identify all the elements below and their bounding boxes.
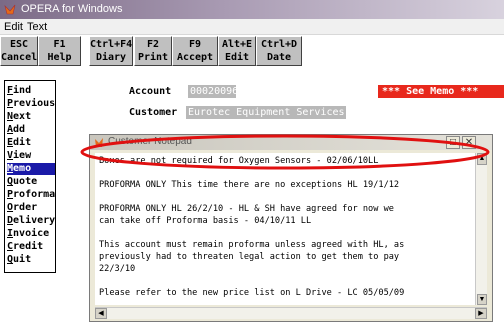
menu-label: ext (13, 111, 32, 122)
notepad-app-icon (95, 138, 103, 147)
fkey-key: F9 (188, 39, 202, 50)
fkey-key: F2 (146, 39, 160, 50)
customer-notepad-window: Customer Notepad □ ✕ Boxes are not requi… (89, 134, 493, 322)
fkey-key: Alt+E (221, 39, 253, 50)
menu-label: dd (13, 124, 26, 135)
menu-text[interactable]: Text (27, 21, 47, 33)
customer-field[interactable]: Eurotec Equipment Services (186, 106, 346, 119)
fkey-label: Diary (95, 52, 127, 63)
menu-memo[interactable]: Memo (7, 163, 55, 175)
edit-button[interactable]: Alt+E Edit (218, 36, 256, 66)
title-bar[interactable]: OPERA for Windows (0, 0, 504, 19)
close-button[interactable]: ✕ (462, 136, 476, 149)
help-button[interactable]: F1 Help (38, 36, 81, 66)
maximize-button[interactable]: □ (446, 136, 460, 149)
menu-quit[interactable]: Quit (7, 254, 55, 266)
menu-invoice[interactable]: Invoice (7, 228, 55, 240)
date-button[interactable]: Ctrl+D Date (256, 36, 302, 66)
fkey-label: Date (266, 52, 292, 63)
note-line: 22/3/10 (99, 264, 136, 274)
scroll-left-arrow-icon[interactable]: ◀ (95, 308, 107, 319)
fkey-key: Ctrl+F4 (90, 39, 133, 50)
fkey-label: Help (47, 52, 72, 63)
note-line: This account must remain proforma unless… (99, 240, 405, 250)
scroll-up-arrow-icon[interactable]: ▲ (477, 153, 487, 165)
menu-next[interactable]: Next (7, 111, 55, 123)
fkey-key: Ctrl+D (260, 39, 298, 50)
horizontal-scrollbar[interactable]: ◀ ▶ (95, 307, 487, 319)
fkey-label: Print (137, 52, 169, 63)
menu-find[interactable]: Find (7, 85, 55, 97)
note-line: PROFORMA ONLY This time there are no exc… (99, 180, 400, 190)
menu-label: revious (13, 98, 56, 109)
menu-edit-record[interactable]: Edit (7, 137, 55, 149)
fkey-label: Cancel (1, 52, 38, 63)
note-line: Boxes are not required for Oxygen Sensor… (99, 156, 379, 166)
see-memo-flag: *** See Memo *** (378, 85, 504, 98)
fkey-key: F1 (53, 39, 66, 50)
fkey-label: Accept (176, 52, 214, 63)
note-line: previously had to threaten legal action … (99, 252, 400, 262)
menu-label: roforma (13, 189, 56, 200)
opera-app-icon (4, 4, 16, 15)
menu-proforma[interactable]: Proforma (7, 189, 55, 201)
print-button[interactable]: F2 Print (134, 36, 172, 66)
note-line: can take off Proforma basis - 04/10/11 L… (99, 216, 312, 226)
command-menu: Find Previous Next Add Edit View Memo Qu… (4, 80, 56, 273)
menu-edit[interactable]: Edit (4, 21, 23, 33)
menu-label: dit (13, 137, 32, 148)
customer-label: Customer (129, 107, 178, 118)
scroll-down-arrow-icon[interactable]: ▼ (477, 294, 487, 305)
accept-button[interactable]: F9 Accept (172, 36, 218, 66)
cancel-button[interactable]: ESC Cancel (0, 36, 38, 66)
menu-label: elivery (13, 215, 56, 226)
menu-label: ind (13, 85, 32, 96)
function-key-toolbar: ESC Cancel F1 Help Ctrl+F4 Diary F2 Prin… (0, 35, 504, 67)
notepad-title-bar[interactable]: Customer Notepad □ ✕ (90, 135, 492, 150)
menu-label: nvoice (13, 228, 50, 239)
account-label: Account (129, 86, 172, 97)
menu-label: emo (13, 163, 32, 174)
menu-credit[interactable]: Credit (7, 241, 55, 253)
menu-quote[interactable]: Quote (7, 176, 55, 188)
menu-view[interactable]: View (7, 150, 55, 162)
scroll-right-arrow-icon[interactable]: ▶ (475, 308, 487, 319)
menu-label: uit (13, 254, 32, 265)
vertical-scrollbar[interactable]: ▲ ▼ (475, 153, 487, 305)
menu-previous[interactable]: Previous (7, 98, 55, 110)
notepad-title: Customer Notepad (108, 136, 192, 147)
note-line: Please refer to the new price list on L … (99, 288, 405, 298)
fkey-label: Edit (224, 52, 250, 63)
note-line: PROFORMA ONLY HL 26/2/10 - HL & SH have … (99, 204, 394, 214)
menu-label: redit (13, 241, 44, 252)
menu-label: rder (13, 202, 38, 213)
menu-label: iew (13, 150, 32, 161)
notepad-text-area[interactable]: Boxes are not required for Oxygen Sensor… (95, 153, 475, 305)
account-field[interactable]: 00020096 (188, 85, 238, 98)
fkey-key: ESC (9, 39, 29, 50)
menu-label: uote (13, 176, 38, 187)
menu-add[interactable]: Add (7, 124, 55, 136)
menu-delivery[interactable]: Delivery (7, 215, 55, 227)
menu-bar: Edit Text (0, 19, 504, 35)
diary-button[interactable]: Ctrl+F4 Diary (89, 36, 133, 66)
window-title: OPERA for Windows (21, 3, 123, 15)
menu-order[interactable]: Order (7, 202, 55, 214)
